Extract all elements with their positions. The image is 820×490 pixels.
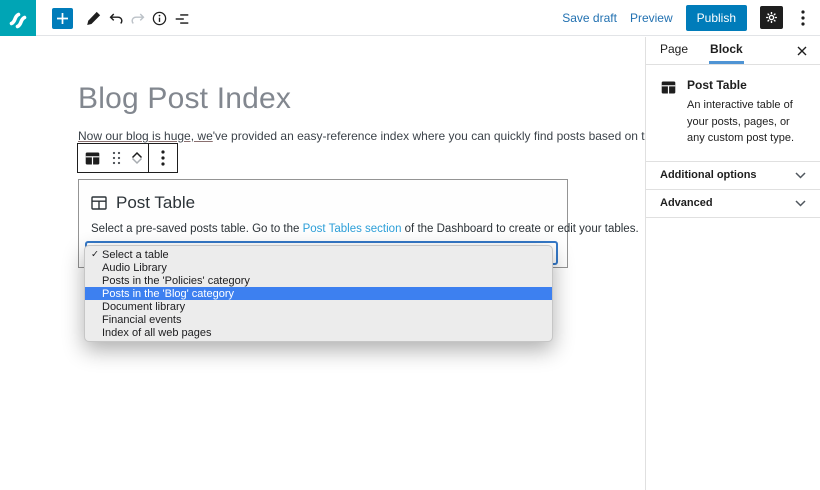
info-icon (151, 10, 168, 27)
undo-button[interactable] (105, 8, 126, 29)
plugin-logo[interactable] (0, 0, 36, 36)
block-inserter-button[interactable] (52, 8, 73, 29)
panel-additional-options[interactable]: Additional options (646, 162, 820, 190)
table-icon (660, 79, 677, 96)
description-text: Select a pre-saved posts table. Go to th… (91, 223, 303, 235)
dropdown-item-selected[interactable]: Posts in the 'Blog' category (85, 287, 552, 300)
post-tables-section-link[interactable]: Post Tables section (303, 223, 402, 235)
close-icon (797, 46, 807, 56)
panel-label: Advanced (660, 197, 713, 209)
block-card-title: Post Table (687, 78, 806, 92)
check-icon: ✓ (91, 249, 99, 260)
dropdown-item[interactable]: ✓Select a table (85, 248, 552, 261)
post-table-block-header: Post Table (91, 193, 195, 213)
list-view-icon (173, 10, 191, 28)
redo-icon (129, 10, 147, 28)
block-type-button[interactable] (78, 144, 107, 172)
dropdown-item[interactable]: Posts in the 'Policies' category (85, 274, 552, 287)
top-toolbar: Save draft Preview Publish (0, 0, 820, 36)
options-menu-button[interactable] (796, 6, 810, 29)
dropdown-item[interactable]: Audio Library (85, 261, 552, 274)
dropdown-item[interactable]: Document library (85, 300, 552, 313)
drag-dots-icon (112, 151, 121, 165)
panel-label: Additional options (660, 169, 757, 181)
block-toolbar-group (78, 144, 148, 172)
save-draft-button[interactable]: Save draft (562, 11, 617, 25)
chevron-down-icon (795, 172, 806, 179)
block-toolbar (77, 143, 178, 173)
settings-toggle-button[interactable] (760, 6, 783, 29)
undo-icon (107, 10, 125, 28)
paragraph-text: 've provided an easy-reference index whe… (213, 129, 693, 143)
post-title[interactable]: Blog Post Index (78, 82, 291, 116)
move-down-icon[interactable] (131, 157, 143, 165)
dropdown-item-label: Audio Library (102, 262, 167, 274)
table-outline-icon (91, 196, 107, 210)
tab-block[interactable]: Block (709, 37, 744, 64)
pencil-icon (85, 10, 102, 27)
drag-handle[interactable] (107, 144, 126, 172)
dropdown-item-label: Document library (102, 301, 185, 313)
kebab-icon (801, 10, 805, 26)
redo-button[interactable] (127, 8, 148, 29)
block-movers (126, 152, 148, 164)
dropdown-item-label: Posts in the 'Policies' category (102, 275, 250, 287)
preview-button[interactable]: Preview (630, 11, 673, 25)
dropdown-item-label: Select a table (102, 249, 169, 261)
dropdown-item-label: Financial events (102, 314, 182, 326)
block-card: Post Table An interactive table of your … (646, 65, 820, 162)
block-card-description: An interactive table of your posts, page… (687, 97, 806, 147)
plus-icon (56, 12, 69, 25)
block-card-text: Post Table An interactive table of your … (687, 78, 806, 147)
publish-button[interactable]: Publish (686, 5, 747, 31)
dropdown-item[interactable]: Index of all web pages (85, 326, 552, 339)
table-select-dropdown: ✓Select a table Audio Library Posts in t… (84, 245, 553, 342)
topbar-actions: Save draft Preview Publish (562, 0, 810, 35)
paragraph-underlined-text: Now our blog is huge, we (78, 129, 213, 143)
barn2-logo-icon (5, 5, 31, 31)
dropdown-item-label: Index of all web pages (102, 327, 211, 339)
sidebar-tabs: Page Block (646, 37, 820, 65)
dropdown-item-label: Posts in the 'Blog' category (102, 288, 234, 300)
chevron-down-icon (795, 200, 806, 207)
close-sidebar-button[interactable] (797, 37, 807, 64)
panel-advanced[interactable]: Advanced (646, 190, 820, 218)
editor-page: Save draft Preview Publish Page B (0, 0, 820, 490)
edit-mode-button[interactable] (83, 8, 104, 29)
block-options-button[interactable] (149, 144, 177, 172)
post-paragraph[interactable]: Now our blog is huge, we've provided an … (78, 129, 693, 143)
details-button[interactable] (149, 8, 170, 29)
settings-sidebar: Page Block Post Table An interactive tab… (645, 37, 820, 490)
dropdown-item[interactable]: Financial events (85, 313, 552, 326)
post-table-block-title: Post Table (116, 193, 195, 213)
gear-icon (764, 10, 779, 25)
kebab-icon (161, 150, 165, 166)
post-table-block-description: Select a pre-saved posts table. Go to th… (91, 223, 639, 235)
description-text: of the Dashboard to create or edit your … (401, 223, 638, 235)
list-view-button[interactable] (171, 8, 192, 29)
tab-page[interactable]: Page (659, 37, 689, 64)
table-icon (84, 150, 101, 167)
